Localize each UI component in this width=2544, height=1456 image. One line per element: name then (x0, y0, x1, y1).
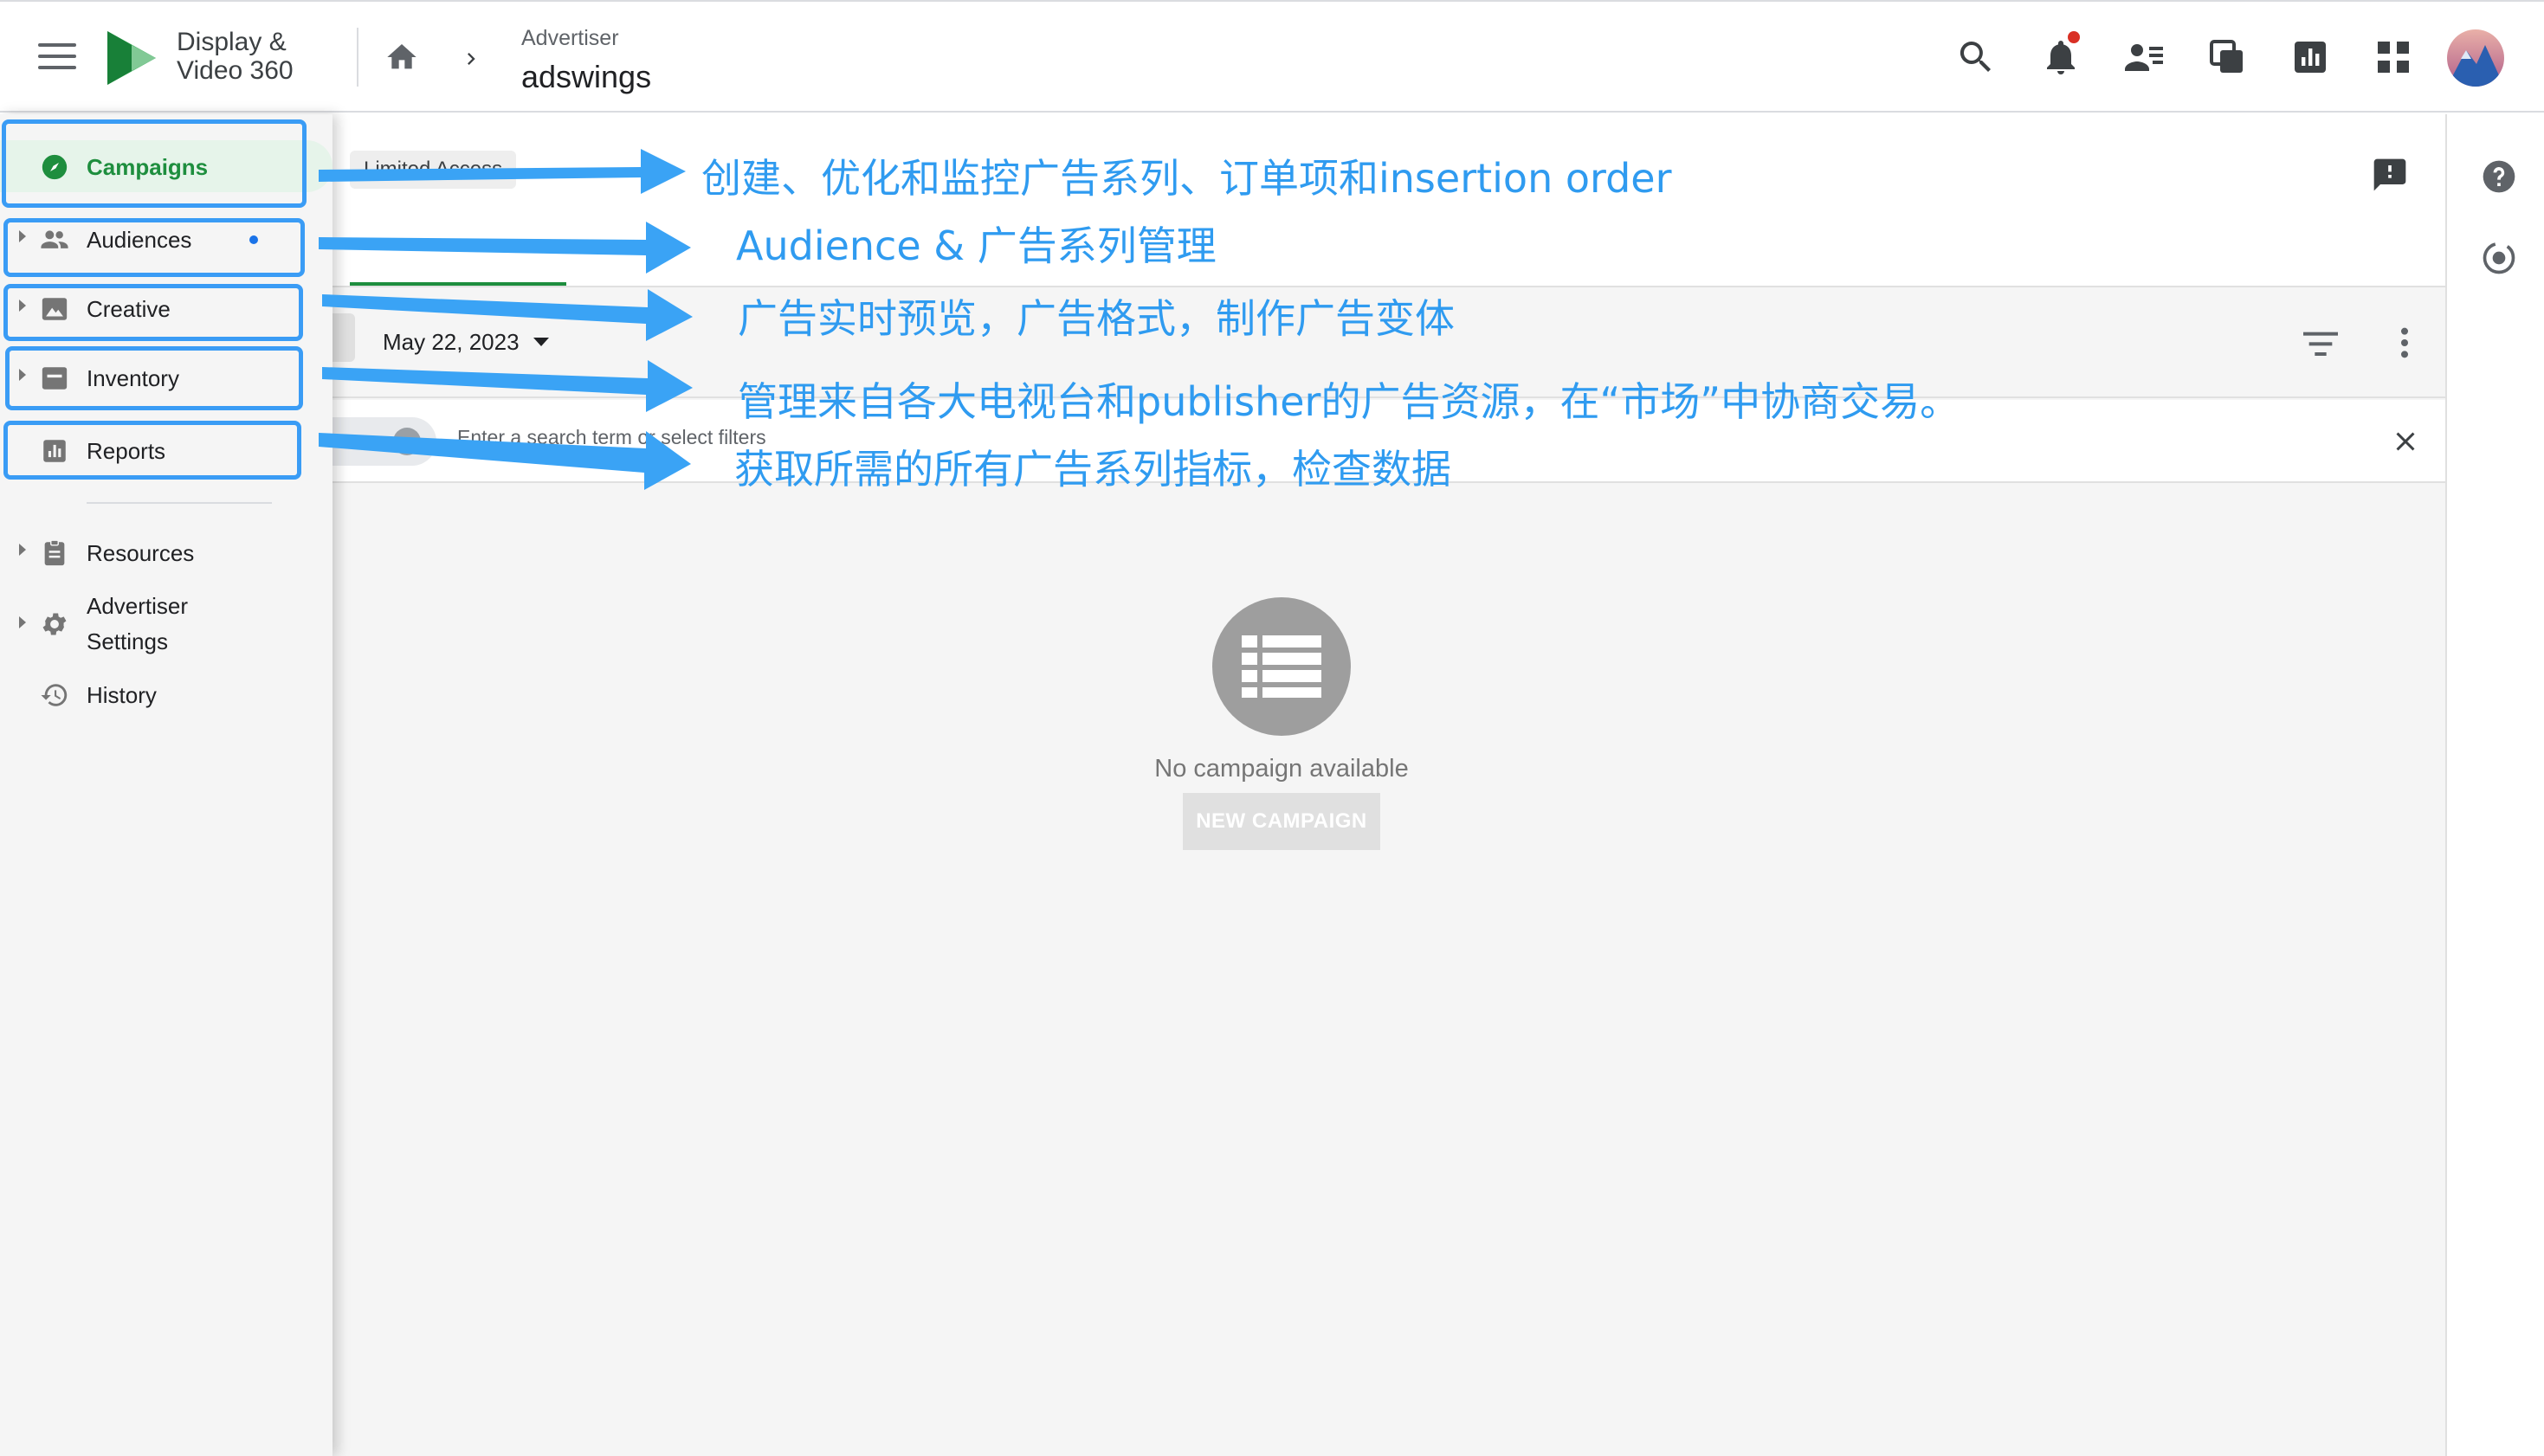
breadcrumb-label: Advertiser (521, 26, 619, 50)
inventory-box-icon (42, 367, 68, 390)
sidebar-item-label: Reports (87, 438, 166, 464)
sidebar-item-label: History (87, 682, 157, 708)
sidebar-divider (87, 502, 272, 504)
sidebar-item-reports[interactable]: Reports (0, 424, 333, 476)
dropdown-arrow-icon[interactable] (533, 338, 549, 346)
reports-chart-icon[interactable] (2289, 36, 2331, 78)
sidebar-item-inventory[interactable]: Inventory (0, 351, 333, 403)
copy-icon[interactable] (2206, 36, 2248, 78)
new-campaign-button[interactable]: NEW CAMPAIGN (1183, 793, 1380, 850)
limited-access-chip: Limited Access (350, 151, 517, 189)
sidebar-item-campaigns[interactable]: Campaigns (0, 140, 333, 192)
gear-icon (42, 613, 67, 635)
status-filter-chip[interactable] (333, 417, 436, 466)
sidebar-item-label: Inventory (87, 365, 179, 391)
sidebar-item-label: Resources (87, 540, 195, 566)
help-icon[interactable] (2480, 158, 2518, 196)
user-list-icon[interactable] (2123, 36, 2165, 78)
top-app-bar: Display & Video 360 Advertiser adswings (0, 0, 2544, 113)
sidebar-item-label: Audiences (87, 227, 192, 253)
sidebar-item-label: Advertiser Settings (87, 593, 189, 654)
notification-badge (2068, 31, 2080, 43)
search-icon[interactable] (1955, 36, 1997, 78)
apps-grid-icon[interactable] (2373, 36, 2414, 78)
image-icon (42, 298, 68, 320)
empty-table-icon (1212, 597, 1351, 736)
bar-chart-icon (43, 440, 66, 462)
sidebar-item-history[interactable]: History (0, 668, 333, 720)
date-range-select[interactable]: May 22, 2023 (383, 329, 520, 356)
product-name[interactable]: Display & Video 360 (177, 28, 333, 85)
active-tab-indicator (350, 282, 566, 286)
dv360-logo-icon[interactable] (104, 28, 159, 88)
expand-arrow-icon[interactable] (19, 300, 26, 312)
people-icon (41, 230, 68, 248)
mountain-avatar-icon (2447, 45, 2504, 87)
expand-arrow-icon[interactable] (19, 544, 26, 556)
sidebar-item-resources[interactable]: Resources (0, 526, 333, 578)
annotation-inventory: 管理来自各大电视台和publisher的广告资源，在“市场”中协商交易。 (738, 378, 1960, 425)
toggle-button[interactable] (333, 313, 355, 362)
sidebar-item-label: Campaigns (87, 154, 209, 180)
empty-state-message: No campaign available (1154, 755, 1409, 783)
sidebar-item-creative[interactable]: Creative (0, 282, 333, 334)
annotation-campaigns: 创建、优化和监控广告系列、订单项和insertion order (701, 155, 1672, 202)
new-indicator-dot (249, 235, 258, 244)
advertiser-name[interactable]: adswings (521, 59, 651, 95)
user-avatar[interactable] (2447, 29, 2504, 87)
more-vert-icon[interactable] (2400, 325, 2409, 360)
chip-remove-icon[interactable] (393, 428, 421, 455)
annotation-audiences: Audience & 广告系列管理 (736, 222, 1217, 269)
compass-icon (42, 154, 68, 180)
side-navigation: Campaigns Audiences Creative Inventory R… (0, 114, 333, 1456)
sidebar-item-audiences[interactable]: Audiences (0, 213, 333, 265)
annotation-reports: 获取所需的所有广告系列指标，检查数据 (734, 446, 1451, 493)
sidebar-item-label: Creative (87, 296, 171, 322)
chevron-right-icon (468, 53, 475, 65)
close-icon[interactable] (2390, 426, 2421, 457)
filter-list-icon[interactable] (2303, 331, 2338, 357)
home-icon[interactable] (383, 40, 421, 74)
expand-arrow-icon[interactable] (19, 616, 26, 628)
hamburger-menu-icon[interactable] (38, 43, 76, 73)
annotation-creative: 广告实时预览，广告格式，制作广告变体 (738, 295, 1455, 342)
right-rail (2445, 114, 2544, 1456)
history-icon (41, 684, 68, 706)
feedback-icon[interactable] (2371, 156, 2409, 194)
target-icon[interactable] (2480, 239, 2518, 277)
notifications-button[interactable] (2040, 31, 2082, 78)
header-divider (357, 28, 358, 87)
clipboard-icon (44, 539, 65, 566)
sidebar-item-advertiser-settings[interactable]: Advertiser Settings (0, 587, 333, 660)
expand-arrow-icon[interactable] (19, 230, 26, 242)
expand-arrow-icon[interactable] (19, 369, 26, 381)
